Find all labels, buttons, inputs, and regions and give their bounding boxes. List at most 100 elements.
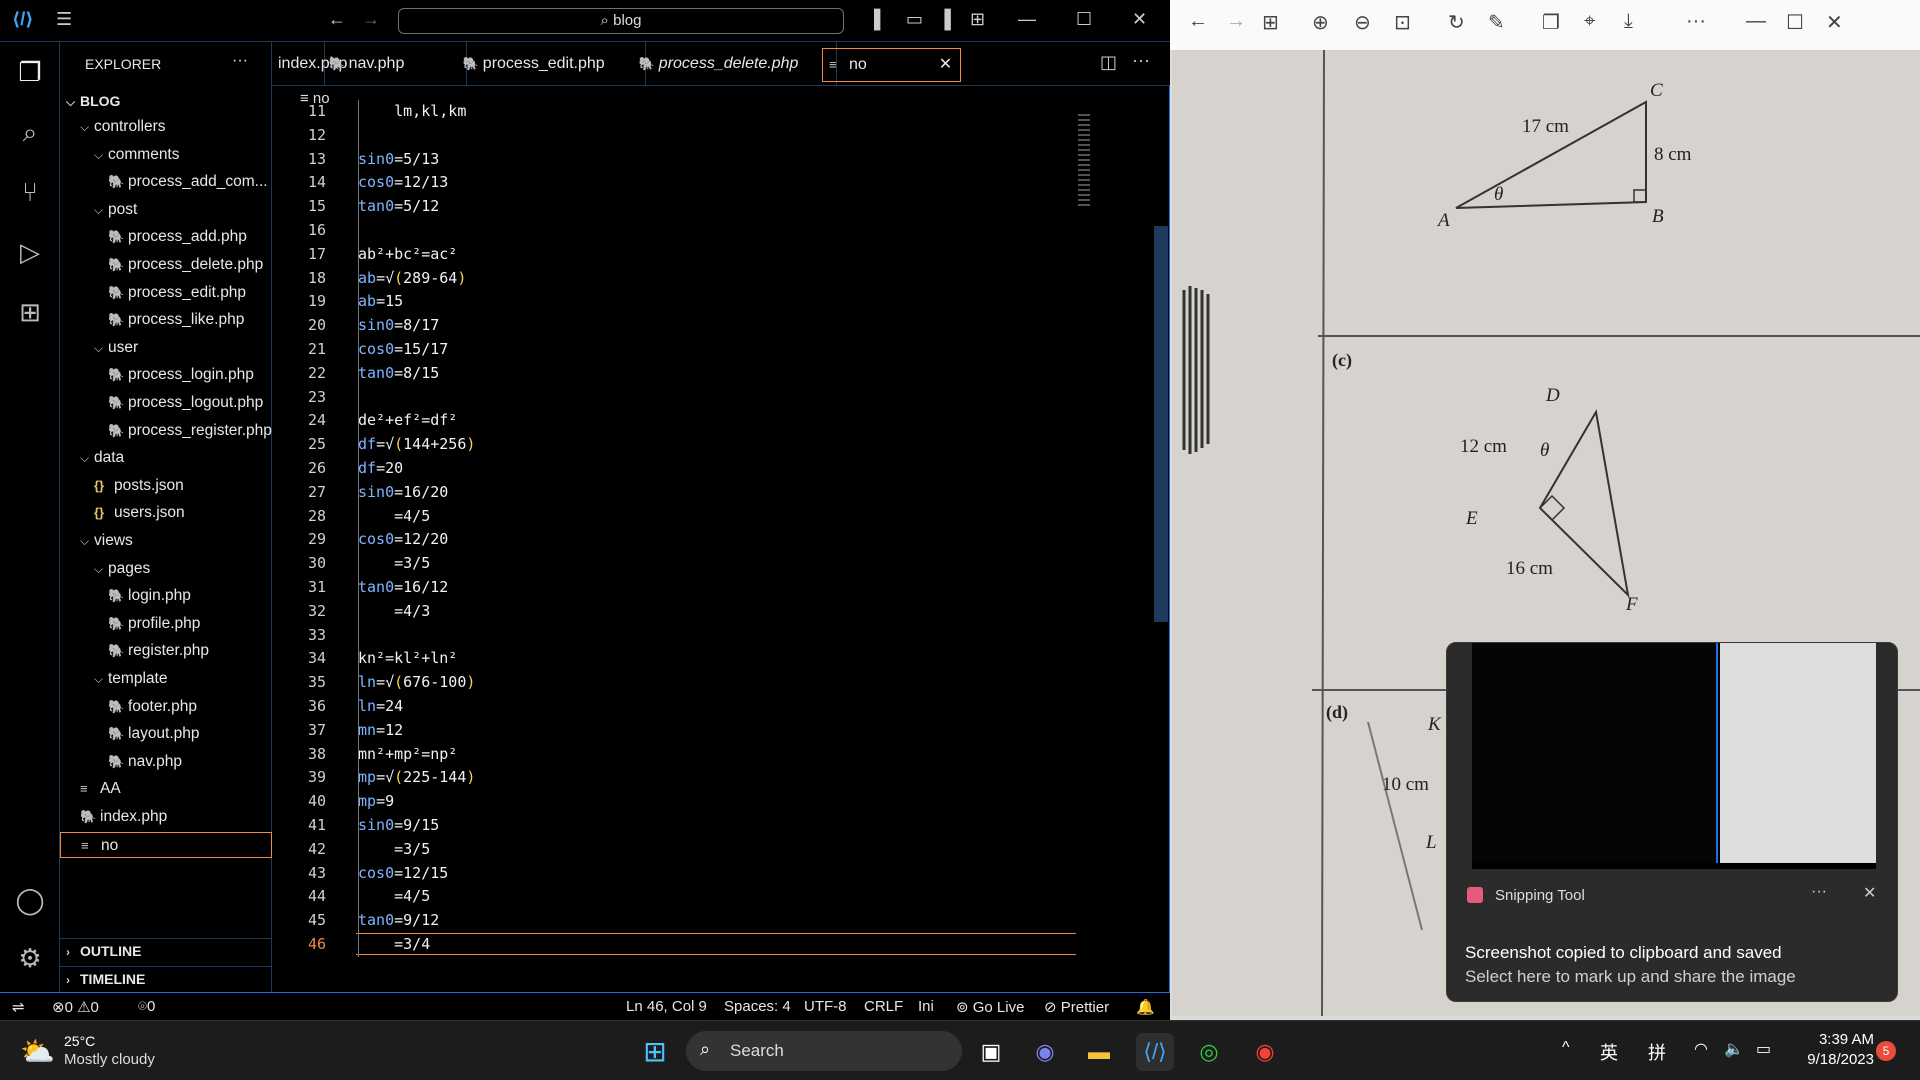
minimize-icon[interactable]: — [1018, 9, 1036, 30]
tree-file[interactable]: 🐘 profile.php [108, 611, 200, 637]
code-editor[interactable]: 11 lm,kl,km 12 13 sin0=5/13 14 cos0=12/13 15 ta… [272, 100, 1168, 992]
toggle-sidebar-icon[interactable]: ▌ [874, 9, 887, 30]
remote-icon[interactable]: ⇌ [12, 998, 25, 1016]
file-explorer-icon[interactable]: ▬ [1080, 1033, 1118, 1071]
scrollbar-thumb[interactable] [1154, 226, 1168, 622]
editor-tab[interactable]: 🐘 nav.php [323, 42, 467, 86]
maximize-icon[interactable]: ☐ [1076, 9, 1092, 30]
problems-indicator[interactable]: ⊗0 ⚠0 [52, 998, 99, 1016]
zoom-out-icon[interactable]: ⊖ [1354, 10, 1371, 35]
ime-mode[interactable]: 拼 [1648, 1039, 1666, 1065]
toggle-panel-icon[interactable]: ▭ [906, 9, 923, 30]
editor-tab[interactable]: 🐘 process_delete.php [633, 42, 837, 86]
tree-file[interactable]: {} users.json [94, 500, 185, 526]
back-arrow-icon[interactable]: ← [328, 9, 346, 30]
encoding[interactable]: UTF-8 [804, 998, 847, 1015]
minimize-icon[interactable]: — [1746, 10, 1766, 33]
code-line[interactable]: =4/5 [358, 887, 430, 905]
tree-file[interactable]: 🐘 footer.php [108, 694, 197, 720]
screenshot-thumbnail[interactable] [1472, 643, 1876, 869]
tree-file[interactable]: 🐘 layout.php [108, 721, 200, 747]
wechat-icon[interactable]: ◎ [1190, 1033, 1228, 1071]
tree-folder[interactable]: ⌵ user [94, 335, 138, 361]
tree-file[interactable]: 🐘 index.php [80, 804, 167, 830]
code-line[interactable]: cos0=12/20 [358, 530, 448, 548]
wifi-icon[interactable]: ◠ [1694, 1039, 1708, 1059]
ports-indicator[interactable]: ⌾0 [138, 998, 155, 1015]
tree-file[interactable]: 🐘 process_add_com... [108, 169, 268, 195]
code-line[interactable]: mn²+mp²=np² [358, 745, 457, 763]
code-line[interactable]: tan0=8/15 [358, 364, 439, 382]
customize-layout-icon[interactable]: ⊞ [970, 9, 985, 30]
editor-tab[interactable]: index.php [272, 42, 347, 86]
tree-folder[interactable]: ⌵ data [80, 445, 124, 471]
tree-folder[interactable]: ⌵ template [94, 666, 167, 692]
code-line[interactable]: lm,kl,km [358, 102, 466, 120]
prettier-button[interactable]: ⊘ Prettier [1044, 998, 1109, 1016]
tree-folder[interactable]: ⌵ post [94, 197, 137, 223]
timeline-section[interactable]: › TIMELINE [60, 966, 272, 990]
more-actions-icon[interactable]: ··· [1132, 50, 1150, 71]
tree-file[interactable]: 🐘 process_add.php [108, 224, 247, 250]
code-line[interactable]: cos0=12/13 [358, 173, 448, 191]
code-line[interactable]: sin0=9/15 [358, 816, 439, 834]
tree-folder[interactable]: ⌵ controllers [80, 114, 166, 140]
code-line[interactable]: ab²+bc²=ac² [358, 245, 457, 263]
cursor-position[interactable]: Ln 46, Col 9 [626, 998, 707, 1015]
code-line[interactable]: ln=24 [358, 697, 403, 715]
code-line[interactable]: =4/3 [358, 602, 430, 620]
zoom-in-icon[interactable]: ⊕ [1312, 10, 1329, 35]
tree-file[interactable]: 🐘 login.php [108, 583, 191, 609]
code-line[interactable]: df=√(144+256) [358, 435, 475, 453]
tree-folder[interactable]: ⌵ pages [94, 556, 150, 582]
clock-date[interactable]: 9/18/2023 [1792, 1051, 1874, 1068]
forward-arrow-icon[interactable]: → [362, 9, 380, 30]
code-line[interactable]: cos0=15/17 [358, 340, 448, 358]
close-tab-icon[interactable]: ✕ [939, 49, 952, 81]
tree-folder[interactable]: ⌵ comments [94, 142, 180, 168]
indentation[interactable]: Spaces: 4 [724, 998, 791, 1015]
teams-chat-icon[interactable]: ◉ [1026, 1033, 1064, 1071]
code-line[interactable]: mp=9 [358, 792, 394, 810]
tree-file[interactable]: ≡ AA [80, 776, 121, 802]
source-control-icon[interactable]: ⑂ [12, 174, 48, 210]
copy-icon[interactable]: ❐ [1542, 10, 1560, 35]
start-windows-icon[interactable]: ⊞ [636, 1033, 674, 1071]
code-line[interactable]: =3/5 [358, 554, 430, 572]
code-line[interactable]: mn=12 [358, 721, 403, 739]
notifications-bell-icon[interactable]: 🔔 [1136, 998, 1155, 1016]
maximize-icon[interactable]: ☐ [1786, 10, 1804, 35]
code-line[interactable]: df=20 [358, 459, 403, 477]
menu-icon[interactable]: ☰ [56, 9, 72, 30]
command-center-search[interactable]: ⌕ blog [398, 8, 844, 34]
weather-widget[interactable]: ⛅ 25°C Mostly cloudy [20, 1031, 210, 1073]
code-line[interactable]: kn²=kl²+ln² [358, 649, 457, 667]
outline-section[interactable]: › OUTLINE [60, 938, 272, 962]
save-icon[interactable]: ⤓ [1624, 10, 1633, 33]
task-view-icon[interactable]: ▣ [972, 1033, 1010, 1071]
ime-language[interactable]: 英 [1600, 1039, 1618, 1065]
battery-icon[interactable]: ▭ [1756, 1039, 1771, 1059]
go-live-button[interactable]: ⊚ Go Live [956, 998, 1024, 1016]
code-line[interactable]: sin0=5/13 [358, 150, 439, 168]
code-line[interactable]: ab=15 [358, 292, 403, 310]
rotate-icon[interactable]: ↻ [1448, 10, 1465, 35]
minimap[interactable] [1078, 114, 1090, 208]
back-arrow-icon[interactable]: ← [1188, 10, 1208, 33]
editor-tab[interactable]: ≡ no ✕ [822, 48, 962, 82]
language-mode[interactable]: Ini [918, 998, 934, 1015]
chrome-icon[interactable]: ◉ [1246, 1033, 1284, 1071]
tree-file[interactable]: {} posts.json [94, 473, 184, 499]
code-line[interactable]: ln=√(676-100) [358, 673, 475, 691]
forward-arrow-icon[interactable]: → [1226, 10, 1246, 33]
code-line[interactable]: ab=√(289-64) [358, 269, 466, 287]
run-debug-icon[interactable]: ▷ [12, 234, 48, 270]
tree-folder[interactable]: ⌵ views [80, 528, 133, 554]
more-options-icon[interactable]: ··· [1811, 883, 1827, 901]
editor-tab[interactable]: 🐘 process_edit.php [457, 42, 647, 86]
code-line[interactable]: de²+ef²=df² [358, 411, 457, 429]
close-icon[interactable]: ✕ [1863, 883, 1876, 903]
close-icon[interactable]: ✕ [1826, 10, 1843, 35]
actual-size-icon[interactable]: ⊡ [1394, 10, 1411, 35]
settings-gear-icon[interactable]: ⚙ [12, 940, 48, 976]
